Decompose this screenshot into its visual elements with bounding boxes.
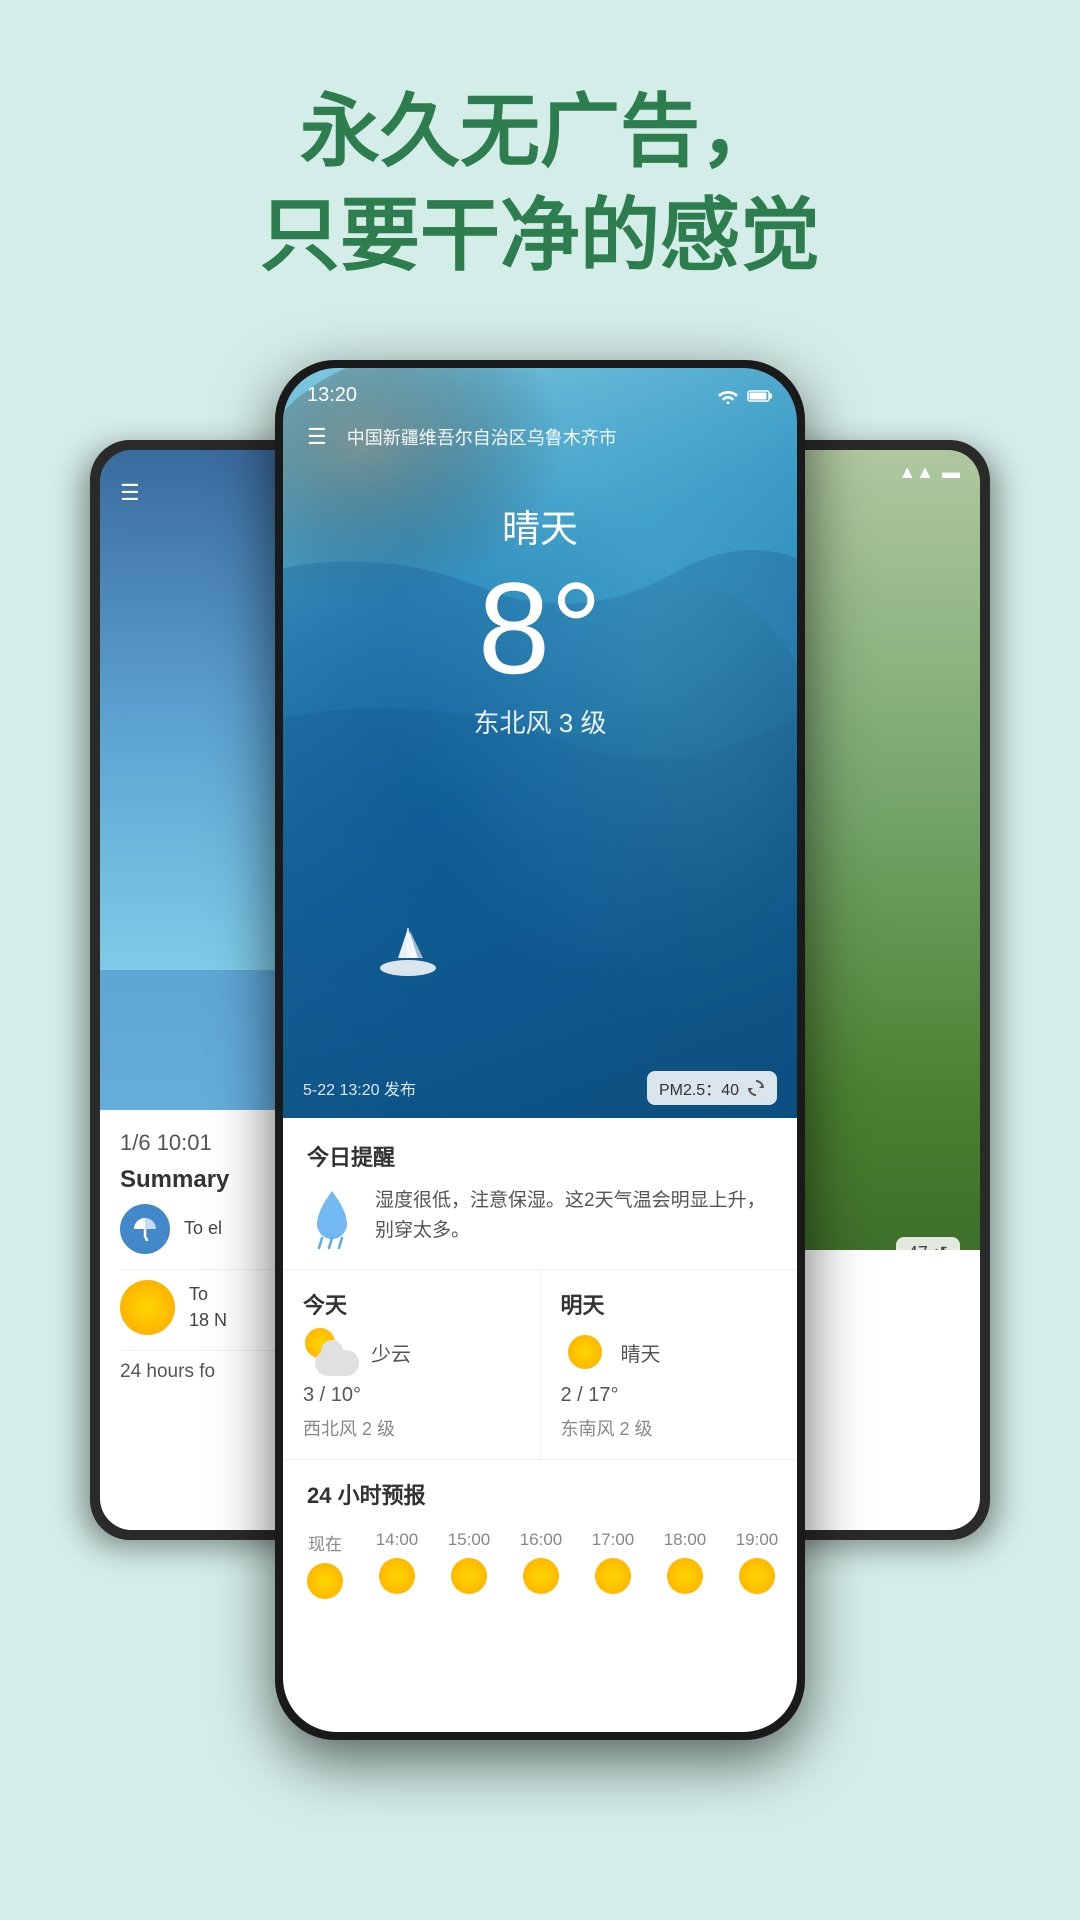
hour-sun-16 <box>523 1558 559 1594</box>
hour-sun-19 <box>739 1558 775 1594</box>
hour-item-14: 14:00 <box>365 1524 429 1605</box>
publish-time: 5-22 13:20 发布 <box>303 1076 416 1100</box>
boat-icon <box>363 923 453 993</box>
weather-footer: 5-22 13:20 发布 PM2.5：40 <box>283 1058 797 1118</box>
tomorrow-condition: 晴天 <box>621 1338 661 1367</box>
hour-label-17: 17:00 <box>592 1530 635 1550</box>
hour-item-19: 19:00 <box>725 1524 789 1605</box>
phone-left-menu-icon: ☰ <box>120 480 140 506</box>
forecast-today: 今天 少云 3 / 10° 西北风 2 级 <box>283 1270 541 1459</box>
forecast-tomorrow: 明天 晴天 2 / 17° 东南风 2 级 <box>541 1270 798 1459</box>
tomorrow-wind: 东南风 2 级 <box>561 1415 778 1441</box>
hour-sun-18 <box>667 1558 703 1594</box>
ocean-texture <box>283 368 797 1118</box>
status-icons <box>717 388 773 404</box>
hour-item-now: 现在 <box>293 1524 357 1605</box>
reminder-title: 今日提醒 <box>307 1140 773 1172</box>
weather-content: 晴天 8° 东北风 3 级 <box>283 498 797 740</box>
reminder-content: 湿度很低，注意保湿。这2天气温会明显上升，别穿太多。 <box>307 1186 773 1251</box>
wifi-icon <box>717 388 739 404</box>
left-today-label: To <box>189 1282 227 1307</box>
hour-label-now: 现在 <box>308 1530 342 1555</box>
right-wifi-icon: ▲▲ <box>898 462 934 483</box>
location-text: 中国新疆维吾尔自治区乌鲁木齐市 <box>347 424 617 450</box>
status-time: 13:20 <box>307 384 357 407</box>
left-weather-text: To el <box>184 1216 222 1241</box>
hour-item-18: 18:00 <box>653 1524 717 1605</box>
weather-condition: 晴天 <box>283 498 797 553</box>
hour-sun-17 <box>595 1558 631 1594</box>
nav-bar: ☰ 中国新疆维吾尔自治区乌鲁木齐市 <box>283 424 797 450</box>
status-bar: 13:20 <box>283 384 797 407</box>
refresh-icon[interactable] <box>747 1079 765 1097</box>
forecast-row: 今天 少云 3 / 10° 西北风 2 级 明天 <box>283 1270 797 1460</box>
info-section: 今日提醒 湿度很低，注意保湿。这2天气温会明显上升，别穿太多。 <box>283 1118 797 1732</box>
tomorrow-label: 明天 <box>561 1288 778 1320</box>
reminder-text: 湿度很低，注意保湿。这2天气温会明显上升，别穿太多。 <box>375 1186 773 1247</box>
partly-cloudy-icon <box>303 1328 359 1376</box>
header-tagline: 永久无广告， 只要干净的感觉 <box>0 80 1080 288</box>
today-icon-row: 少云 <box>303 1328 520 1376</box>
pm-badge: PM2.5：40 <box>647 1071 777 1105</box>
left-temp: 18 N <box>189 1308 227 1333</box>
hour-item-15: 15:00 <box>437 1524 501 1605</box>
hours-scroll[interactable]: 现在 14:00 15:00 16:00 <box>283 1524 797 1605</box>
tomorrow-temp: 2 / 17° <box>561 1384 778 1407</box>
pm-value: PM2.5：40 <box>659 1076 739 1100</box>
hour-label-15: 15:00 <box>448 1530 491 1550</box>
right-battery-icon: ▬ <box>942 462 960 483</box>
weather-wind: 东北风 3 级 <box>283 703 797 740</box>
weather-temperature: 8° <box>283 563 797 693</box>
header-line2: 只要干净的感觉 <box>0 184 1080 288</box>
phone-main-screen: 13:20 <box>283 368 797 1732</box>
today-condition: 少云 <box>371 1338 411 1367</box>
header-line1: 永久无广告， <box>0 80 1080 184</box>
hour-item-16: 16:00 <box>509 1524 573 1605</box>
hours-section: 24 小时预报 现在 14:00 15:00 <box>283 1460 797 1615</box>
hour-label-18: 18:00 <box>664 1530 707 1550</box>
hour-sun-14 <box>379 1558 415 1594</box>
rain-drop-icon <box>307 1186 357 1251</box>
hour-sun-now <box>307 1563 343 1599</box>
hours-title: 24 小时预报 <box>283 1478 797 1524</box>
hour-sun-15 <box>451 1558 487 1594</box>
sun-icon <box>561 1328 609 1376</box>
menu-icon[interactable]: ☰ <box>307 424 327 450</box>
phone-main: 13:20 <box>275 360 805 1740</box>
tomorrow-icon-row: 晴天 <box>561 1328 778 1376</box>
umbrella-icon <box>131 1215 159 1243</box>
boat-container <box>363 923 453 998</box>
hour-label-19: 19:00 <box>736 1530 779 1550</box>
today-label: 今天 <box>303 1288 520 1320</box>
hour-item-17: 17:00 <box>581 1524 645 1605</box>
reminder-section: 今日提醒 湿度很低，注意保湿。这2天气温会明显上升，别穿太多。 <box>283 1118 797 1270</box>
weather-background: 13:20 <box>283 368 797 1118</box>
hour-label-14: 14:00 <box>376 1530 419 1550</box>
hour-label-16: 16:00 <box>520 1530 563 1550</box>
phone-group: ☰ 1/6 10:01 Summary To el <box>90 360 990 1880</box>
today-temp: 3 / 10° <box>303 1384 520 1407</box>
battery-icon <box>747 389 773 403</box>
today-wind: 西北风 2 级 <box>303 1415 520 1441</box>
